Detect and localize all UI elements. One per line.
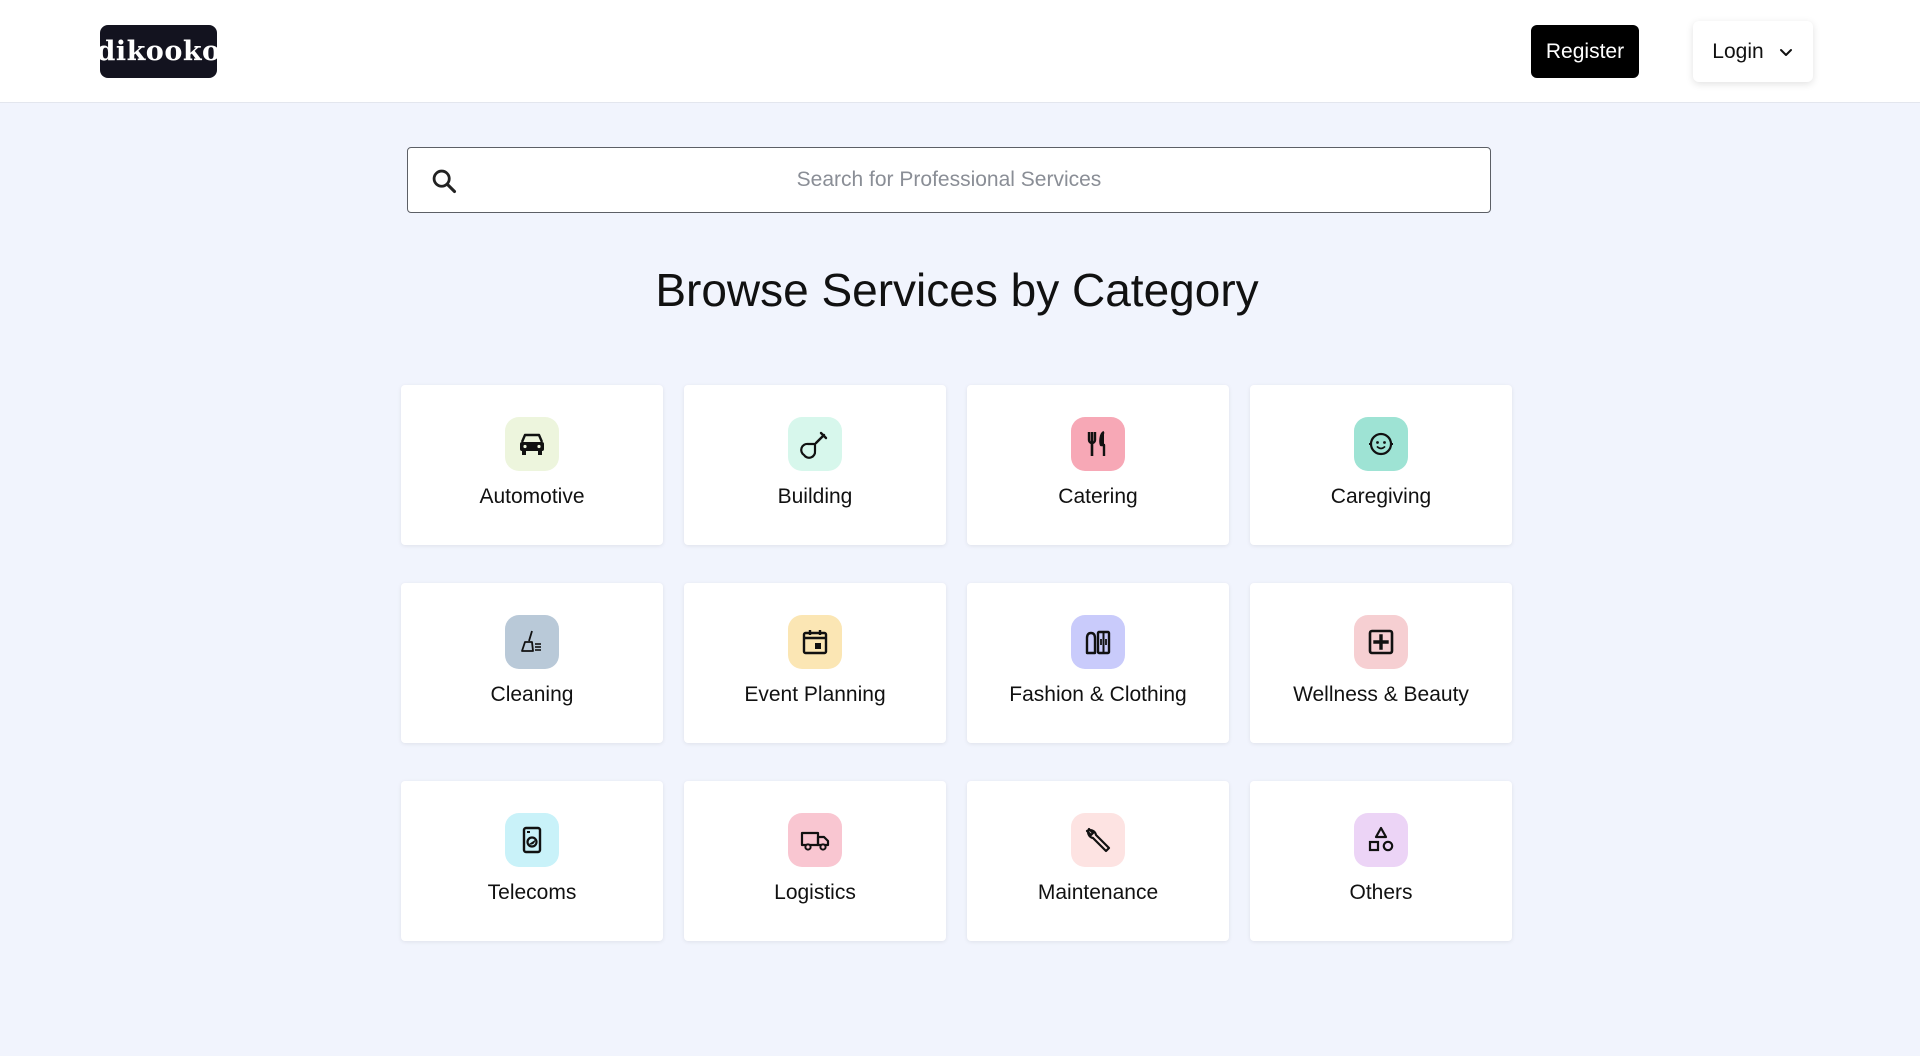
- category-icon-bg: [505, 417, 559, 471]
- category-icon-bg: [1354, 615, 1408, 669]
- category-card-maintenance[interactable]: Maintenance: [967, 781, 1229, 941]
- search-input[interactable]: [408, 148, 1490, 212]
- calendar-icon: [802, 630, 828, 655]
- category-icon-bg: [788, 615, 842, 669]
- wardrobe-icon: [1085, 630, 1111, 655]
- utensils-icon: [1087, 430, 1106, 456]
- category-label: Cleaning: [490, 683, 574, 706]
- category-card-telecoms[interactable]: Telecoms: [401, 781, 663, 941]
- category-grid: Automotive Building Catering Caregiving …: [401, 385, 1512, 941]
- broom-icon: [521, 630, 541, 652]
- category-icon-bg: [505, 615, 559, 669]
- category-card-caregiving[interactable]: Caregiving: [1250, 385, 1512, 545]
- logo[interactable]: dikooko: [96, 25, 220, 78]
- category-card-fashion-clothing[interactable]: Fashion & Clothing: [967, 583, 1229, 743]
- register-button[interactable]: Register: [1531, 25, 1639, 78]
- login-label: Login: [1712, 39, 1764, 63]
- category-icon-bg: [1354, 417, 1408, 471]
- category-label: Others: [1349, 881, 1413, 904]
- car-icon: [520, 433, 544, 455]
- category-card-cleaning[interactable]: Cleaning: [401, 583, 663, 743]
- shapes-icon: [1368, 826, 1394, 852]
- category-label: Maintenance: [1037, 881, 1159, 904]
- category-icon-bg: [788, 813, 842, 867]
- category-card-automotive[interactable]: Automotive: [401, 385, 663, 545]
- top-header: dikooko Register Login: [0, 0, 1920, 103]
- category-card-catering[interactable]: Catering: [967, 385, 1229, 545]
- category-icon-bg: [788, 417, 842, 471]
- category-label: Logistics: [774, 881, 856, 904]
- page-title: Browse Services by Category: [655, 264, 1259, 316]
- medical-plus-icon: [1368, 629, 1394, 655]
- chevron-down-icon: [1779, 48, 1792, 56]
- category-label: Fashion & Clothing: [1009, 683, 1187, 706]
- category-card-others[interactable]: Others: [1250, 781, 1512, 941]
- category-icon-bg: [1071, 417, 1125, 471]
- search-bar: [407, 147, 1491, 213]
- category-label: Caregiving: [1330, 485, 1432, 508]
- category-icon-bg: [1071, 615, 1125, 669]
- category-icon-bg: [1354, 813, 1408, 867]
- category-card-wellness-beauty[interactable]: Wellness & Beauty: [1250, 583, 1512, 743]
- wrench-icon: [1085, 827, 1111, 853]
- category-label: Catering: [1058, 485, 1138, 508]
- category-card-building[interactable]: Building: [684, 385, 946, 545]
- login-dropdown-button[interactable]: Login: [1693, 21, 1813, 82]
- category-label: Automotive: [479, 485, 585, 508]
- category-card-logistics[interactable]: Logistics: [684, 781, 946, 941]
- truck-icon: [800, 831, 830, 851]
- category-icon-bg: [505, 813, 559, 867]
- category-label: Wellness & Beauty: [1293, 683, 1469, 706]
- category-label: Building: [777, 485, 853, 508]
- category-card-event-planning[interactable]: Event Planning: [684, 583, 946, 743]
- search-icon[interactable]: [430, 167, 458, 195]
- category-label: Event Planning: [744, 683, 886, 706]
- device-icon: [522, 826, 542, 854]
- baby-face-icon: [1369, 432, 1393, 456]
- shovel-icon: [800, 431, 828, 459]
- category-label: Telecoms: [487, 881, 577, 904]
- category-icon-bg: [1071, 813, 1125, 867]
